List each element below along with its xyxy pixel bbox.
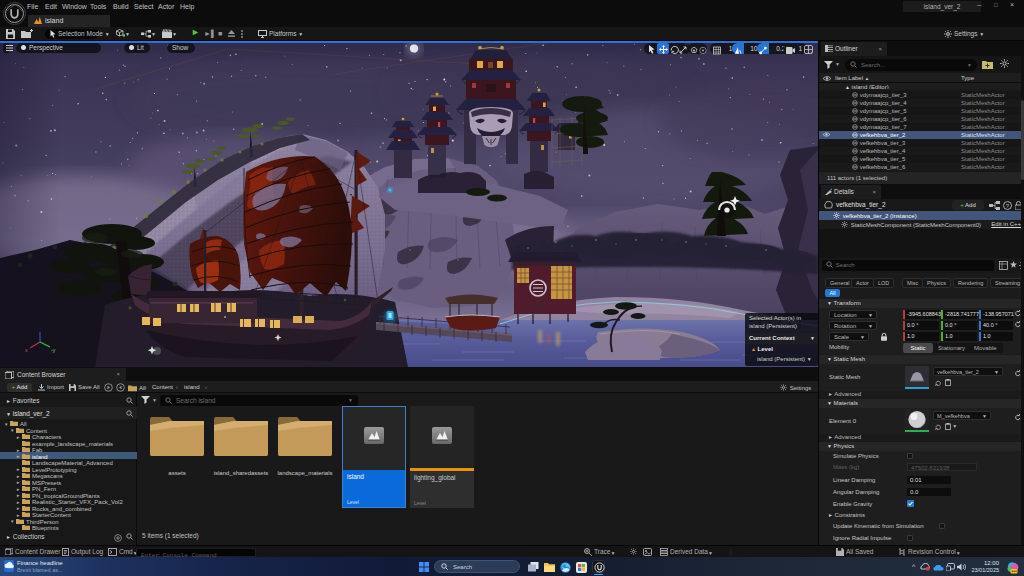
svg-text:?: ?	[1006, 203, 1010, 209]
